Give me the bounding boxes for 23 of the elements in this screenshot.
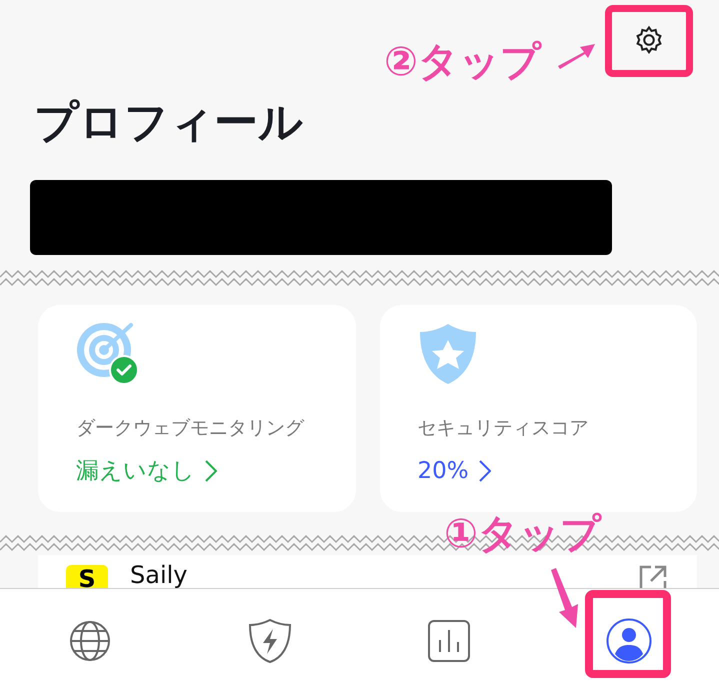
page-title: プロフィール bbox=[34, 96, 304, 150]
card-value-link[interactable]: 20% bbox=[418, 456, 491, 486]
status-card[interactable]: セキュリティスコア 20% bbox=[380, 305, 697, 512]
user-icon bbox=[606, 618, 652, 664]
bar-chart-icon bbox=[428, 620, 470, 662]
annotation-label: ①タップ bbox=[444, 510, 601, 558]
target-check-icon bbox=[76, 322, 140, 386]
status-card[interactable]: ダークウェブモニタリング 漏えいなし bbox=[38, 305, 356, 512]
pointer-arrow bbox=[556, 42, 596, 70]
app-logo: S bbox=[66, 565, 108, 588]
external-link-icon bbox=[639, 565, 667, 588]
pointer-arrow bbox=[548, 568, 580, 630]
card-value-link[interactable]: 漏えいなし bbox=[76, 456, 217, 486]
chevron-right-icon bbox=[478, 460, 491, 482]
card-label: セキュリティスコア bbox=[418, 416, 590, 440]
app-row[interactable]: S Saily bbox=[38, 555, 697, 588]
shield-bolt-icon bbox=[248, 618, 292, 664]
shield-star-icon bbox=[418, 322, 478, 386]
app-name: Saily bbox=[130, 561, 188, 588]
chevron-right-icon bbox=[205, 460, 217, 482]
annotation-label: ②タップ bbox=[384, 38, 541, 86]
globe-icon bbox=[68, 620, 111, 662]
card-label: ダークウェブモニタリング bbox=[76, 416, 306, 440]
